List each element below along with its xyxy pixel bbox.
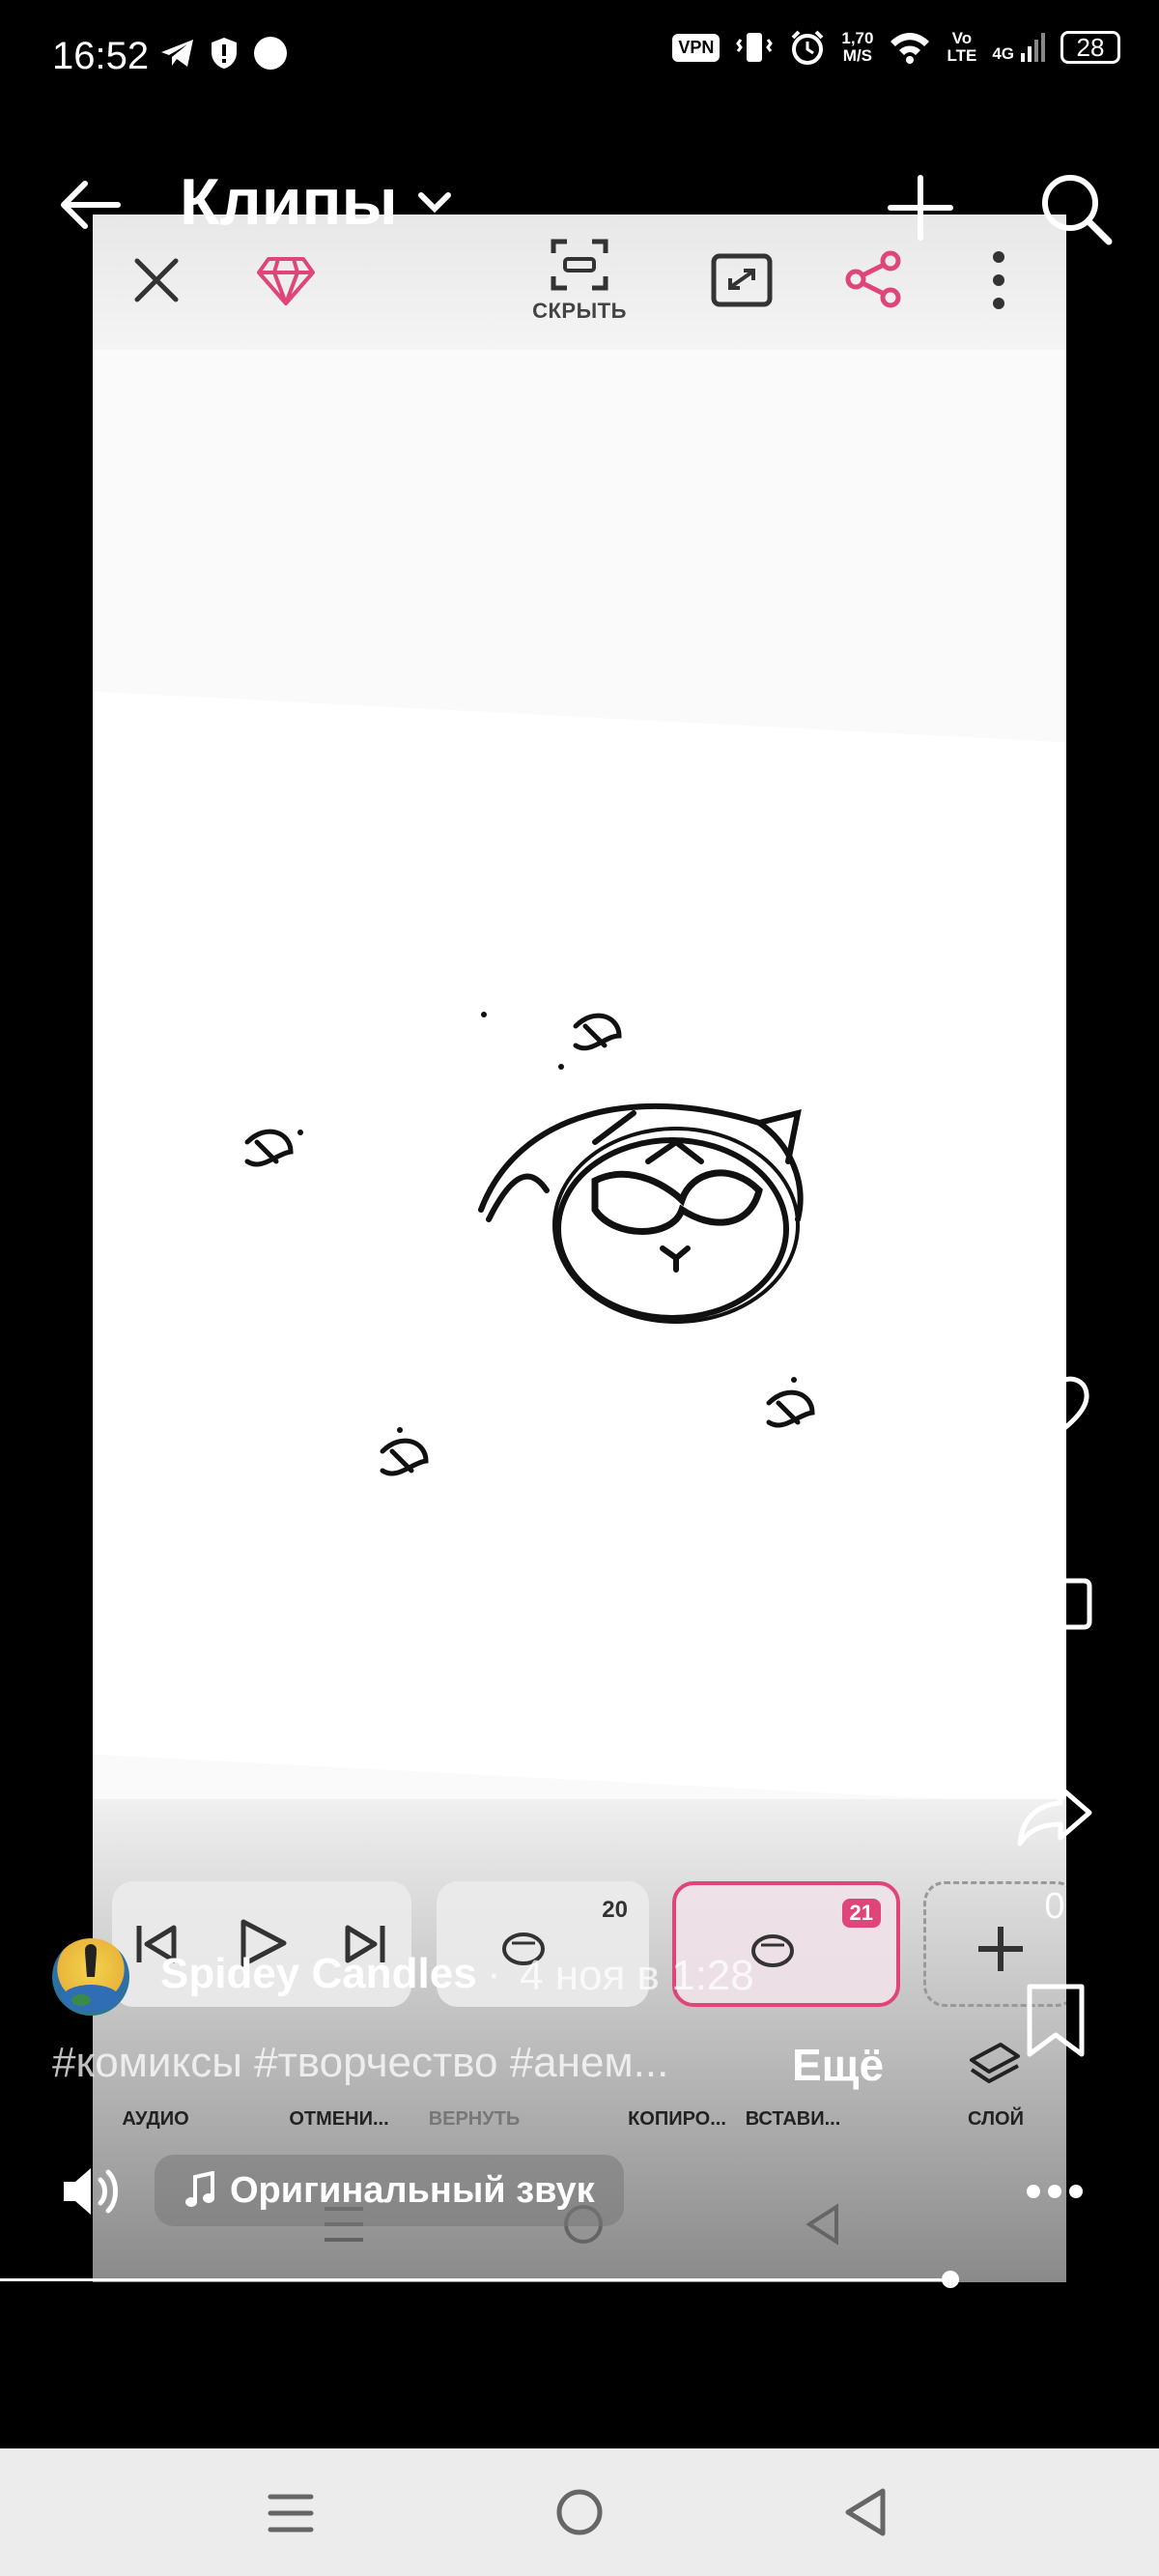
shield-alert-icon xyxy=(212,38,237,69)
tool-undo: ОТМЕНИ... xyxy=(289,2108,389,2130)
avatar-figure-icon xyxy=(62,1944,120,2012)
system-nav-bar xyxy=(0,2448,1159,2576)
show-more-link[interactable]: Ещё xyxy=(792,2039,884,2091)
bookmark-icon[interactable] xyxy=(1024,1983,1088,2060)
frame-number: 20 xyxy=(602,1897,628,1923)
share-arrow-icon[interactable] xyxy=(1016,1782,1093,1849)
comment-count: 0 xyxy=(1044,1679,1065,1720)
page-title: Клипы xyxy=(180,165,398,239)
tool-paste: ВСТАВИ... xyxy=(745,2108,841,2130)
alarm-icon xyxy=(791,30,824,65)
premium-gem-icon xyxy=(257,255,315,312)
expand-icon xyxy=(711,253,773,312)
network-type: 4G xyxy=(992,44,1014,63)
meta-separator: · xyxy=(487,1950,501,1997)
avatar[interactable] xyxy=(52,1938,129,2016)
network-speed: 1,70 M/S xyxy=(841,30,873,65)
back-arrow-icon[interactable] xyxy=(56,176,124,234)
music-note-icon xyxy=(185,2171,214,2207)
post-date: 4 ноя в 1:28 xyxy=(520,1952,754,1999)
tool-copy: КОПИРО... xyxy=(628,2108,726,2130)
sketch-drawing xyxy=(244,1012,815,1476)
more-options-icon[interactable] xyxy=(1026,2182,1084,2201)
back-nav-icon[interactable] xyxy=(842,2487,889,2537)
speed-unit: M/S xyxy=(842,46,873,65)
share-icon xyxy=(844,249,904,314)
status-right-icons: VPN 1,70 M/S Vo LTE 4G 28 xyxy=(672,29,1120,66)
notification-dot-icon xyxy=(254,37,287,70)
section-selector[interactable]: Клипы xyxy=(180,164,454,240)
comment-bubble-icon[interactable] xyxy=(1016,1575,1093,1650)
status-time: 16:52 xyxy=(52,35,150,77)
signal-bars-icon xyxy=(1021,33,1045,62)
volume-icon[interactable] xyxy=(60,2162,124,2220)
volte-bottom: LTE xyxy=(947,46,977,65)
status-left-icons xyxy=(159,35,289,72)
video-close-icon xyxy=(131,255,182,310)
share-count: 0 xyxy=(1044,1886,1065,1927)
speed-value: 1,70 xyxy=(841,29,874,47)
selected-frame-badge: 21 xyxy=(841,1899,881,1928)
volte-top: Vo xyxy=(951,29,973,47)
video-progress-bar[interactable] xyxy=(0,2278,950,2281)
like-heart-icon[interactable] xyxy=(1016,1372,1093,1442)
volte-indicator: Vo LTE xyxy=(947,30,976,65)
layers-icon xyxy=(970,2043,1020,2083)
plus-icon xyxy=(978,1927,1023,1971)
add-clip-button[interactable] xyxy=(887,174,954,242)
hashtags[interactable]: #комиксы #творчество #анем... xyxy=(52,2039,668,2087)
status-bar: 16:52 VPN 1,70 M/S Vo LTE 4G 28 xyxy=(0,0,1159,116)
battery-level: 28 xyxy=(1076,32,1105,62)
tool-audio: АУДИО xyxy=(122,2108,189,2130)
vibrate-icon xyxy=(736,33,774,62)
recent-apps-icon[interactable] xyxy=(267,2489,315,2537)
tool-redo: ВЕРНУТЬ xyxy=(428,2108,521,2130)
chevron-down-icon xyxy=(417,192,451,214)
cell-signal: 4G xyxy=(992,32,1045,63)
tool-layer: СЛОЙ xyxy=(968,2108,1024,2130)
frame-hide-icon xyxy=(551,239,608,291)
battery-indicator: 28 xyxy=(1060,31,1120,64)
progress-thumb[interactable] xyxy=(942,2271,959,2288)
original-sound-pill[interactable]: Оригинальный звук xyxy=(155,2155,624,2226)
home-icon[interactable] xyxy=(554,2487,605,2537)
wifi-icon xyxy=(890,33,930,64)
audio-name: Оригинальный звук xyxy=(230,2169,595,2211)
author-name[interactable]: Spidey Candles xyxy=(160,1950,477,1998)
search-icon[interactable] xyxy=(1039,172,1113,245)
kebab-menu-icon xyxy=(989,249,1008,316)
video-hide-toggle: СКРЫТЬ xyxy=(529,236,630,324)
hide-label: СКРЫТЬ xyxy=(532,299,627,323)
telegram-icon xyxy=(161,40,193,67)
like-count: 9 xyxy=(1044,1471,1065,1511)
vpn-badge: VPN xyxy=(672,33,721,62)
